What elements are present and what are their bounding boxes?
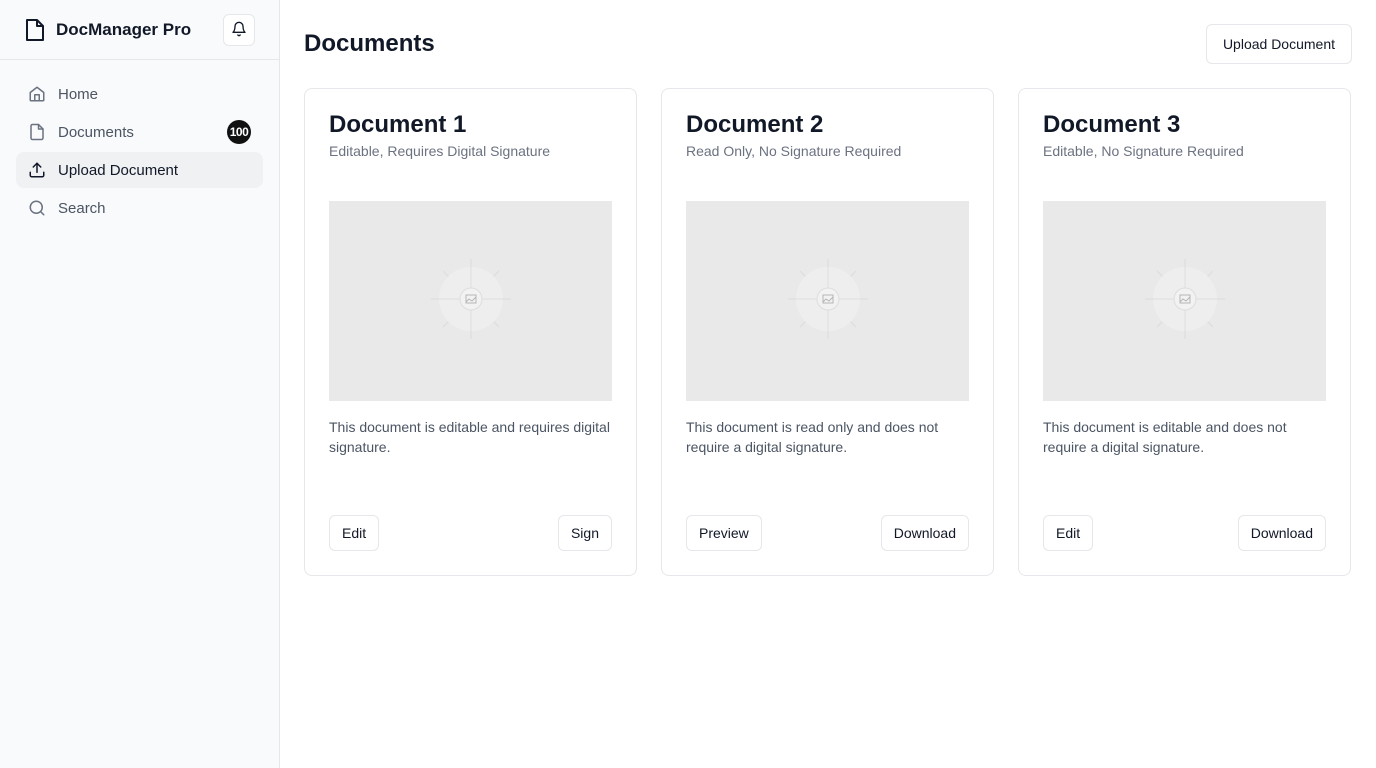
card-description: This document is editable and does not r… — [1043, 419, 1287, 455]
image-placeholder-icon — [783, 254, 873, 349]
brand[interactable]: DocManager Pro — [24, 18, 191, 42]
image-placeholder-icon — [426, 254, 516, 349]
sidebar-item-search[interactable]: Search — [16, 190, 263, 226]
document-thumbnail — [1043, 201, 1326, 401]
sidebar-header: DocManager Pro — [0, 0, 279, 60]
preview-button[interactable]: Preview — [686, 515, 762, 551]
search-icon — [28, 199, 46, 217]
sidebar: DocManager Pro Home Documents 100 Upload… — [0, 0, 280, 768]
card-title: Document 1 — [329, 111, 467, 138]
card-actions: Edit Sign — [329, 515, 612, 551]
sidebar-item-label: Home — [58, 85, 99, 103]
card-subtitle: Read Only, No Signature Required — [686, 143, 902, 159]
document-cards: Document 1 Editable, Requires Digital Si… — [304, 88, 1352, 576]
sidebar-item-home[interactable]: Home — [16, 76, 263, 112]
page-title: Documents — [304, 30, 435, 57]
card-actions: Preview Download — [686, 515, 969, 551]
document-card: Document 2 Read Only, No Signature Requi… — [661, 88, 994, 576]
sidebar-nav: Home Documents 100 Upload Document Searc… — [0, 60, 279, 242]
sidebar-item-label: Documents — [58, 123, 134, 141]
sign-button[interactable]: Sign — [557, 515, 612, 551]
download-button[interactable]: Download — [880, 515, 969, 551]
upload-icon — [28, 161, 46, 179]
card-description: This document is editable and requires d… — [329, 419, 610, 455]
file-icon — [28, 123, 46, 141]
edit-button[interactable]: Edit — [329, 515, 380, 551]
brand-name: DocManager Pro — [56, 19, 192, 39]
main-header: Documents Upload Document — [304, 24, 1352, 64]
upload-document-button[interactable]: Upload Document — [1205, 24, 1352, 64]
document-card: Document 1 Editable, Requires Digital Si… — [304, 88, 637, 576]
document-thumbnail — [329, 201, 612, 401]
card-subtitle: Editable, No Signature Required — [1043, 143, 1244, 159]
main-content: Documents Upload Document Document 1 Edi… — [280, 0, 1376, 768]
bell-icon — [231, 21, 247, 40]
card-actions: Edit Download — [1043, 515, 1326, 551]
sidebar-item-label: Search — [58, 199, 106, 217]
sidebar-item-upload-document[interactable]: Upload Document — [16, 152, 263, 188]
download-button[interactable]: Download — [1237, 515, 1326, 551]
card-subtitle: Editable, Requires Digital Signature — [329, 143, 551, 159]
home-icon — [28, 85, 46, 103]
sidebar-item-label: Upload Document — [58, 161, 179, 179]
card-description: This document is read only and does not … — [686, 419, 939, 455]
card-title: Document 2 — [686, 111, 824, 138]
image-placeholder-icon — [1140, 254, 1230, 349]
notifications-button[interactable] — [223, 14, 255, 46]
sidebar-item-documents[interactable]: Documents 100 — [16, 114, 263, 150]
documents-count-badge: 100 — [227, 120, 251, 144]
edit-button[interactable]: Edit — [1043, 515, 1094, 551]
file-icon — [24, 18, 46, 42]
document-card: Document 3 Editable, No Signature Requir… — [1018, 88, 1351, 576]
document-thumbnail — [686, 201, 969, 401]
card-title: Document 3 — [1043, 111, 1181, 138]
